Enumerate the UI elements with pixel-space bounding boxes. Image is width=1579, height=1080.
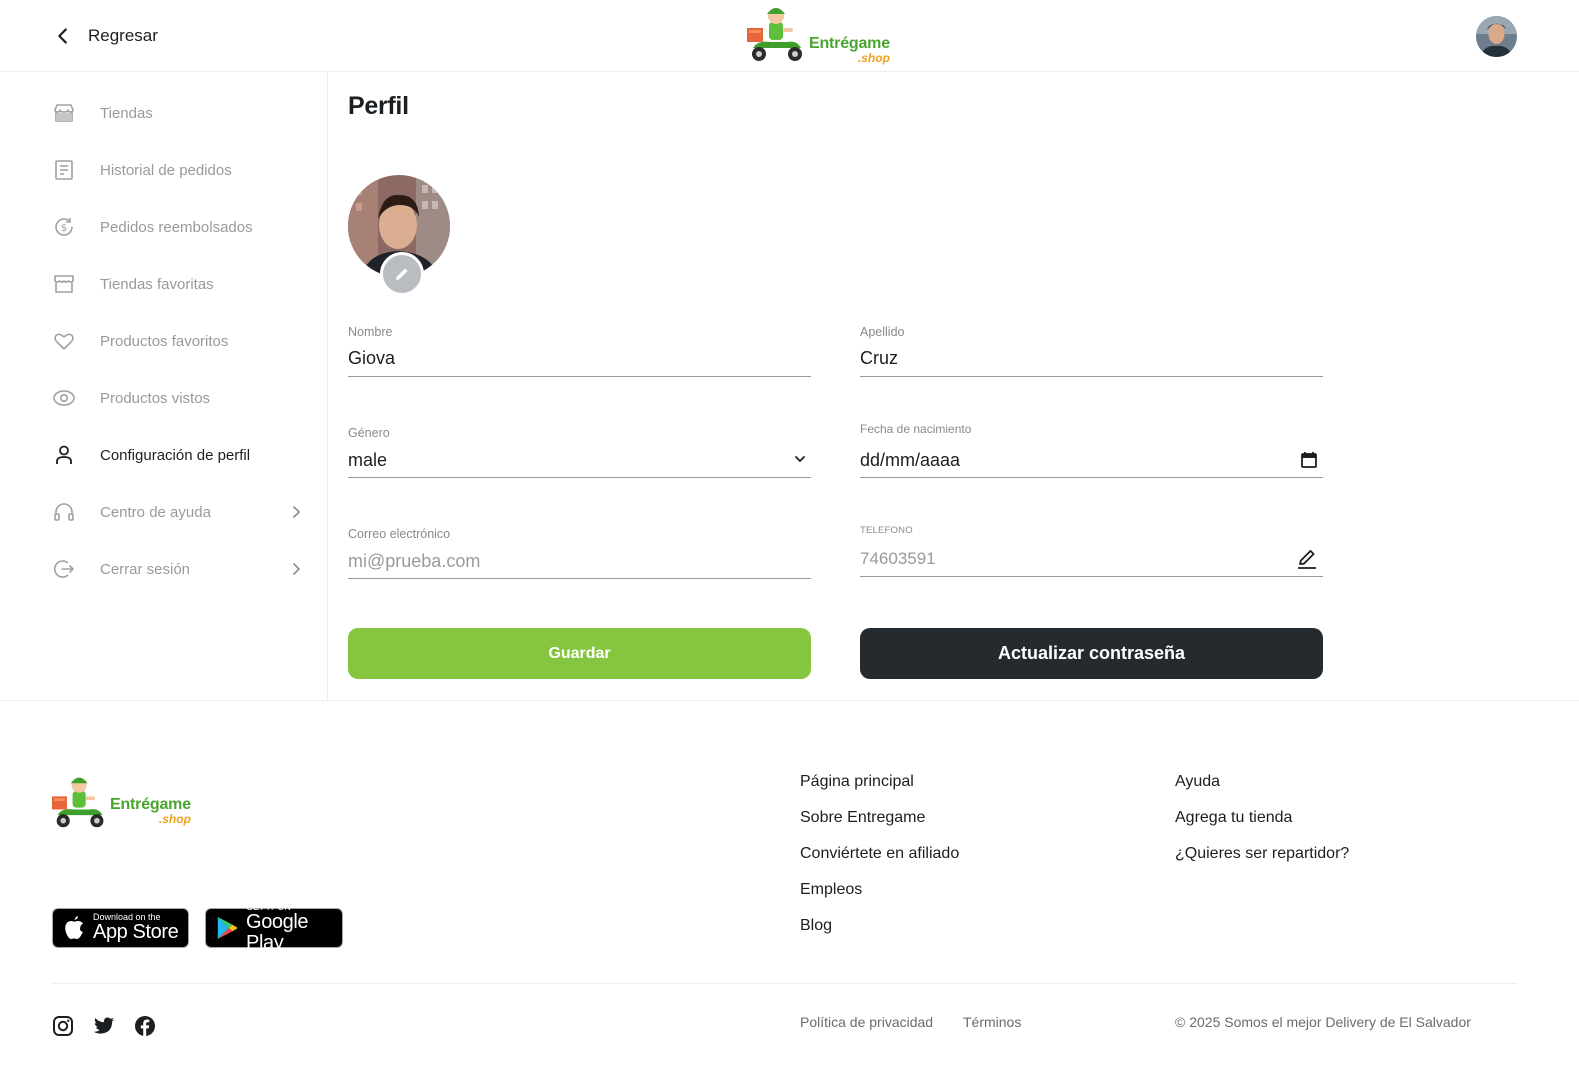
email-label: Correo electrónico <box>348 527 451 541</box>
sidebar-item-tiendas[interactable]: Tiendas <box>52 95 308 131</box>
google-play-icon <box>217 916 238 940</box>
user-avatar[interactable] <box>1476 16 1517 57</box>
chevron-right-icon <box>293 506 301 518</box>
edit-pencil-icon[interactable] <box>1295 547 1319 571</box>
sidebar-item-configuracion[interactable]: Configuración de perfil <box>52 437 308 473</box>
google-play-badge[interactable]: GET IT ON Google Play <box>205 902 343 953</box>
copyright-text: © 2025 Somos el mejor Delivery de El Sal… <box>1175 1014 1471 1030</box>
headset-icon <box>54 503 74 521</box>
app-store-badge[interactable]: Download on the App Store <box>52 908 189 948</box>
delivery-scooter-icon <box>747 8 802 61</box>
top-header: Regresar Entrégame .shop <box>0 0 1579 72</box>
google-play-big-text: Google Play <box>246 910 309 954</box>
eye-icon <box>53 390 75 406</box>
logo-main-text: Entrégame <box>809 35 890 52</box>
back-button[interactable]: Regresar <box>52 18 158 54</box>
back-label: Regresar <box>88 26 158 45</box>
delivery-scooter-icon <box>52 777 104 828</box>
pencil-icon <box>396 268 408 280</box>
footer-link-jobs[interactable]: Empleos <box>800 881 862 899</box>
first-name-value: Giova <box>348 348 396 368</box>
footer-link-home[interactable]: Página principal <box>800 773 914 791</box>
footer-link-affiliate[interactable]: Conviértete en afiliado <box>800 845 959 863</box>
last-name-value: Cruz <box>860 348 899 368</box>
birthdate-label: Fecha de nacimiento <box>860 422 972 436</box>
chevron-right-icon <box>293 563 301 575</box>
sidebar-item-label: Configuración de perfil <box>100 446 251 464</box>
heart-icon <box>54 333 74 350</box>
twitter-icon[interactable] <box>93 1015 115 1037</box>
gender-value: male <box>348 450 388 470</box>
svg-text:$: $ <box>61 223 67 234</box>
birthdate-field[interactable]: Fecha de nacimiento dd/mm/aaaa <box>860 420 1323 478</box>
chevron-down-icon <box>795 456 805 463</box>
avatar-photo <box>1476 16 1517 57</box>
sidebar-item-productos-vistos[interactable]: Productos vistos <box>52 380 308 416</box>
store-icon <box>54 104 74 122</box>
first-name-field[interactable]: Nombre Giova <box>348 324 811 377</box>
footer-link-add-store[interactable]: Agrega tu tienda <box>1175 809 1292 827</box>
logout-icon <box>53 560 74 578</box>
sidebar-item-label: Tiendas favoritas <box>100 275 214 293</box>
app-store-big-text: App Store <box>93 921 179 943</box>
apple-icon <box>65 916 83 939</box>
phone-value: 74603591 <box>860 549 936 568</box>
terms-link[interactable]: Términos <box>963 1014 1021 1030</box>
facebook-icon[interactable] <box>134 1015 156 1037</box>
privacy-link[interactable]: Política de privacidad <box>800 1014 933 1030</box>
email-field[interactable]: Correo electrónico mi@prueba.com <box>348 525 811 579</box>
refund-icon: $ <box>55 218 73 236</box>
footer: Entrégame .shop Download on the App Stor… <box>0 700 1579 1080</box>
footer-link-help[interactable]: Ayuda <box>1175 773 1220 791</box>
edit-photo-button[interactable] <box>380 252 424 296</box>
phone-field[interactable]: TELEFONO 74603591 <box>860 523 1323 577</box>
sidebar-item-historial[interactable]: Historial de pedidos <box>52 152 308 188</box>
sidebar-item-label: Historial de pedidos <box>100 161 232 179</box>
sidebar-item-tiendas-favoritas[interactable]: Tiendas favoritas <box>52 266 308 302</box>
chevron-left-icon <box>58 28 67 44</box>
sidebar-item-label: Cerrar sesión <box>100 560 191 578</box>
gender-select[interactable]: Género male <box>348 424 811 478</box>
footer-divider <box>52 983 1517 984</box>
document-icon <box>55 160 73 180</box>
sidebar-item-centro-ayuda[interactable]: Centro de ayuda <box>52 494 308 530</box>
sidebar-item-cerrar-sesion[interactable]: Cerrar sesión <box>52 551 308 587</box>
storefront-icon <box>54 275 74 293</box>
sidebar-item-label: Pedidos reembolsados <box>100 218 253 236</box>
calendar-icon[interactable] <box>1299 450 1319 470</box>
user-icon <box>56 445 72 464</box>
footer-link-courier[interactable]: ¿Quieres ser repartidor? <box>1175 845 1349 863</box>
last-name-field[interactable]: Apellido Cruz <box>860 324 1323 377</box>
sidebar: Tiendas Historial de pedidos $ Pedidos r… <box>0 72 328 700</box>
email-value: mi@prueba.com <box>348 551 481 571</box>
instagram-icon[interactable] <box>52 1015 74 1037</box>
sidebar-item-reembolsados[interactable]: $ Pedidos reembolsados <box>52 209 308 245</box>
logo-main-text: Entrégame <box>110 796 191 813</box>
phone-label: TELEFONO <box>860 525 913 536</box>
sidebar-item-label: Tiendas <box>100 104 153 122</box>
footer-link-blog[interactable]: Blog <box>800 917 832 935</box>
birthdate-value: dd/mm/aaaa <box>860 450 961 470</box>
brand-logo[interactable]: Entrégame .shop <box>747 4 890 64</box>
logo-wordmark: Entrégame .shop <box>809 35 890 65</box>
logo-sub-text: .shop <box>857 51 890 65</box>
save-button[interactable]: Guardar <box>348 628 811 679</box>
footer-logo[interactable]: Entrégame .shop <box>52 773 191 831</box>
sidebar-item-label: Productos vistos <box>100 389 211 407</box>
first-name-label: Nombre <box>348 325 393 339</box>
update-password-button[interactable]: Actualizar contraseña <box>860 628 1323 679</box>
sidebar-item-label: Centro de ayuda <box>100 503 211 521</box>
page-title: Perfil <box>348 92 409 120</box>
sidebar-item-label: Productos favoritos <box>100 332 229 350</box>
logo-wordmark: Entrégame .shop <box>110 796 191 826</box>
last-name-label: Apellido <box>860 325 905 339</box>
sidebar-item-productos-favoritos[interactable]: Productos favoritos <box>52 323 308 359</box>
gender-label: Género <box>348 426 390 440</box>
footer-link-about[interactable]: Sobre Entregame <box>800 809 925 827</box>
logo-sub-text: .shop <box>158 812 191 826</box>
